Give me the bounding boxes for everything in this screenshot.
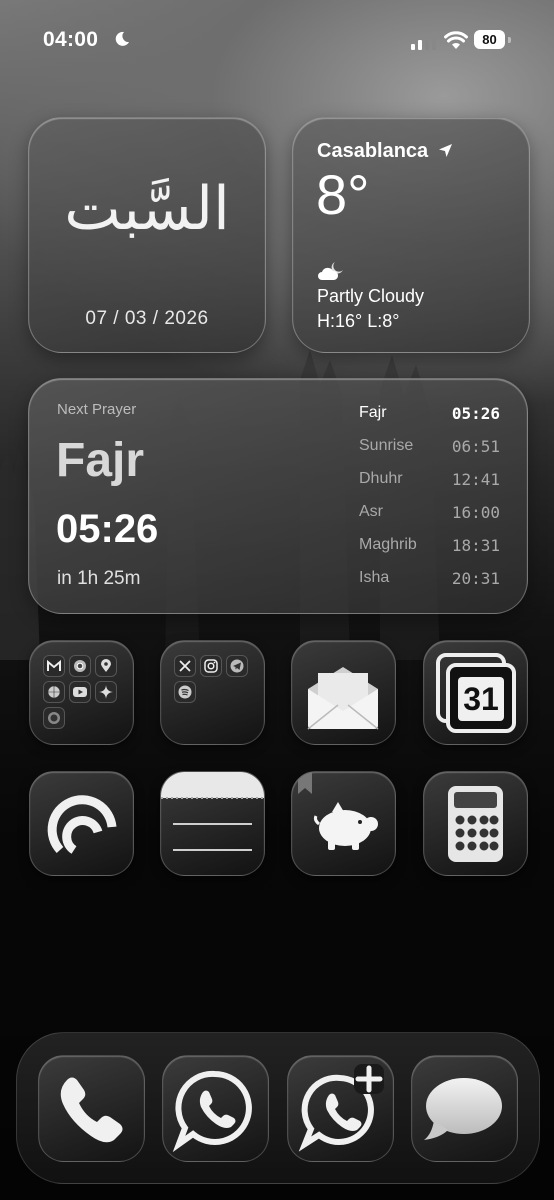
camera-icon	[43, 707, 65, 729]
prayer-row-dhuhr: Dhuhr 12:41	[359, 470, 509, 503]
moon-icon	[115, 31, 129, 46]
phone-app[interactable]	[38, 1055, 145, 1162]
prayer-time: 18:31	[451, 536, 500, 555]
prayer-row-fajr: Fajr 05:26	[359, 404, 509, 437]
messages-app[interactable]	[411, 1055, 518, 1162]
telegram-icon	[226, 655, 248, 677]
gemini-icon	[95, 681, 117, 703]
prayer-row-isha: Isha 20:31	[359, 569, 509, 602]
cellular-signal-icon	[411, 32, 436, 50]
prayer-row-asr: Asr 16:00	[359, 503, 509, 536]
prayer-name: Asr	[359, 503, 383, 520]
arabic-day: السَّبت	[64, 174, 230, 244]
prayer-row-sunrise: Sunrise 06:51	[359, 437, 509, 470]
prayer-name: Dhuhr	[359, 470, 403, 487]
whatsapp-app[interactable]	[162, 1055, 269, 1162]
location-arrow-icon	[439, 144, 452, 157]
wifi-icon	[444, 31, 468, 49]
prayer-time: 06:51	[451, 437, 500, 456]
next-prayer-name: Fajr	[56, 434, 145, 487]
whatsapp-icon	[172, 1070, 252, 1153]
whatsapp-business-icon	[298, 1064, 384, 1152]
maps-icon	[95, 655, 117, 677]
clock: 04:00	[43, 28, 99, 51]
weather-widget[interactable]: Casablanca 8° Partly Cloudy H:16° L:8°	[292, 117, 530, 353]
instagram-icon	[200, 655, 222, 677]
piggy-bank-icon	[298, 772, 378, 850]
prayer-name: Maghrib	[359, 536, 417, 553]
calendar-app[interactable]: 31	[423, 640, 528, 745]
folder-social[interactable]	[160, 640, 265, 745]
status-bar: 04:00 80	[0, 28, 554, 56]
calculator-icon	[448, 786, 503, 862]
date-widget[interactable]: السَّبت 07 / 03 / 2026	[28, 117, 266, 353]
prayer-name: Fajr	[359, 404, 387, 421]
battery-tip	[508, 37, 511, 43]
temperature: 8°	[316, 163, 370, 226]
prayer-name: Isha	[359, 569, 390, 586]
photos-icon	[43, 681, 65, 703]
next-prayer-time: 05:26	[56, 507, 159, 551]
partly-cloudy-night-icon	[318, 262, 343, 280]
notes-icon	[161, 772, 264, 851]
phone-icon	[60, 1077, 123, 1143]
prayer-time: 20:31	[451, 569, 500, 588]
date-label: 07 / 03 / 2026	[85, 308, 209, 329]
gmail-icon	[43, 655, 65, 677]
battery-indicator: 80	[474, 30, 505, 49]
prayer-times-widget[interactable]: Next Prayer Fajr 05:26 in 1h 25m Fajr 05…	[28, 378, 528, 614]
podcast-icon	[47, 795, 117, 854]
prayer-time: 05:26	[451, 404, 500, 423]
youtube-icon	[69, 681, 91, 703]
prayer-row-maghrib: Maghrib 18:31	[359, 536, 509, 569]
weather-condition: Partly Cloudy	[317, 286, 425, 306]
envelope-icon	[307, 667, 379, 730]
whatsapp-business-app[interactable]	[287, 1055, 394, 1162]
high-low-temp: H:16° L:8°	[317, 311, 400, 331]
prayer-name: Sunrise	[359, 437, 414, 454]
prayer-list: Fajr 05:26 Sunrise 06:51 Dhuhr 12:41 Asr…	[359, 404, 509, 602]
next-prayer-label: Next Prayer	[57, 401, 137, 418]
x-icon	[174, 655, 196, 677]
prayer-time: 16:00	[451, 503, 500, 522]
city-name: Casablanca	[317, 140, 429, 162]
calculator-app[interactable]	[423, 771, 528, 876]
chrome-icon	[69, 655, 91, 677]
notes-app[interactable]	[160, 771, 265, 876]
savings-app[interactable]	[291, 771, 396, 876]
countdown: in 1h 25m	[57, 568, 141, 589]
messages-icon	[424, 1078, 502, 1140]
prayer-time: 12:41	[451, 470, 500, 489]
podcast-app[interactable]	[29, 771, 134, 876]
folder-google[interactable]	[29, 640, 134, 745]
calendar-day: 31	[463, 681, 499, 717]
mail-app[interactable]	[291, 640, 396, 745]
spotify-icon	[174, 681, 196, 703]
